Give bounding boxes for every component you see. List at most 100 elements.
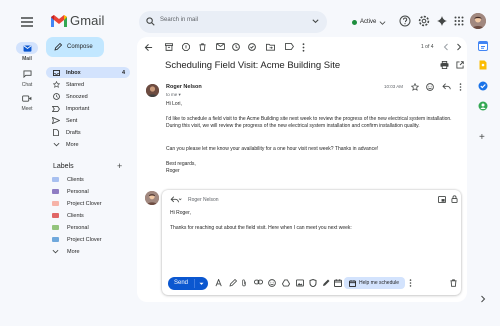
nav-label: Snoozed: [66, 93, 88, 100]
rail-chat[interactable]: Chat: [14, 68, 40, 88]
report-spam-icon[interactable]: [182, 43, 190, 51]
rail-label: Meet: [21, 106, 33, 112]
nav-item-snoozed[interactable]: Snoozed: [46, 91, 130, 102]
open-new-window-icon[interactable]: [456, 61, 464, 69]
nav-label: Drafts: [66, 129, 81, 136]
label-icon[interactable]: [285, 43, 294, 50]
delete-icon[interactable]: [199, 43, 206, 51]
mark-unread-icon[interactable]: [216, 43, 225, 50]
compose-button[interactable]: Compose: [46, 37, 104, 57]
rail-mail[interactable]: Mail: [14, 42, 40, 62]
star-icon[interactable]: [411, 83, 419, 91]
chevron-left-icon[interactable]: [443, 43, 449, 51]
insert-drive-icon[interactable]: [282, 279, 290, 287]
gemini-sparkle-icon[interactable]: [436, 15, 448, 27]
nav-item-inbox[interactable]: Inbox 4: [46, 67, 130, 78]
search-icon[interactable]: [146, 17, 155, 26]
reply-arrow-icon[interactable]: [442, 83, 451, 90]
insert-emoji-icon[interactable]: [268, 279, 276, 287]
email-body-paragraph: Can you please let me know your availabi…: [166, 146, 379, 152]
apps-grid-icon[interactable]: [453, 15, 465, 27]
pencil-icon: [54, 43, 62, 51]
recipient-details[interactable]: to me ▾: [166, 92, 181, 98]
help-icon[interactable]: [399, 15, 411, 27]
reply-greeting[interactable]: Hi Roger,: [170, 210, 450, 217]
sender-name[interactable]: Roger Nelson: [166, 84, 202, 90]
email-body-greeting: Hi Lori,: [166, 101, 182, 107]
nav-item-sent[interactable]: Sent: [46, 115, 130, 126]
ai-write-pencil-icon[interactable]: [229, 279, 237, 287]
add-label-icon[interactable]: +: [117, 161, 122, 171]
label-tag-icon: [52, 177, 59, 182]
search-bar[interactable]: Search in mail: [139, 11, 327, 33]
status-label: Active: [360, 19, 377, 25]
send-options-icon[interactable]: [195, 282, 208, 286]
attach-file-icon[interactable]: [241, 279, 247, 287]
add-task-icon[interactable]: [248, 43, 256, 51]
more-vert-icon[interactable]: [459, 83, 462, 91]
tasks-app-icon[interactable]: [478, 81, 488, 91]
main-menu-icon[interactable]: [20, 16, 34, 28]
calendar-app-icon[interactable]: [478, 41, 488, 51]
recipient-text: to me: [166, 92, 178, 97]
confidential-mode-icon[interactable]: [309, 279, 317, 287]
reply-body-text[interactable]: Thanks for reaching out about the field …: [170, 225, 450, 232]
draft-icon: [51, 129, 61, 136]
insert-calendar-icon[interactable]: [334, 279, 342, 287]
move-to-icon[interactable]: [266, 43, 275, 51]
archive-icon[interactable]: [165, 43, 173, 51]
labels-more[interactable]: More: [52, 246, 80, 257]
label-item[interactable]: Project Clover: [52, 198, 102, 209]
insert-photo-icon[interactable]: [296, 279, 304, 287]
settings-gear-icon[interactable]: [418, 15, 430, 27]
gmail-logo-icon[interactable]: [50, 14, 68, 28]
label-item[interactable]: Clients: [52, 174, 84, 185]
label-tag-icon: [52, 213, 59, 218]
pop-out-icon[interactable]: [438, 196, 446, 203]
back-arrow-icon[interactable]: [144, 43, 153, 52]
send-button[interactable]: Send: [168, 277, 208, 290]
nav-item-more[interactable]: More: [46, 139, 130, 150]
account-avatar[interactable]: [470, 13, 486, 29]
status-selector[interactable]: Active: [352, 14, 386, 30]
formatting-options-icon[interactable]: [215, 279, 224, 287]
email-body-signature: Roger: [166, 168, 180, 174]
video-icon: [16, 92, 38, 104]
label-tag-icon: [52, 237, 59, 242]
nav-item-starred[interactable]: Starred: [46, 79, 130, 90]
send-icon: [51, 117, 61, 124]
label-item[interactable]: Project Clover: [52, 234, 102, 245]
keep-app-icon[interactable]: [478, 60, 488, 70]
label-item[interactable]: Clients: [52, 210, 84, 221]
reply-recipient[interactable]: Roger Nelson: [188, 197, 219, 203]
chevron-down-icon: [52, 249, 59, 254]
search-options-icon[interactable]: [311, 17, 320, 26]
more-vert-icon[interactable]: [409, 279, 412, 287]
label-item[interactable]: Personal: [52, 186, 89, 197]
chevron-down-icon: [51, 142, 61, 147]
chevron-right-icon[interactable]: [456, 43, 462, 51]
labels-heading: Labels: [53, 163, 74, 170]
more-vert-icon[interactable]: [302, 43, 305, 52]
search-input[interactable]: Search in mail: [160, 17, 198, 23]
emoji-reaction-icon[interactable]: [426, 83, 434, 91]
rail-meet[interactable]: Meet: [14, 92, 40, 112]
print-icon[interactable]: [440, 61, 449, 69]
nav-item-drafts[interactable]: Drafts: [46, 127, 130, 138]
lock-icon[interactable]: [451, 195, 458, 203]
nav-item-important[interactable]: Important: [46, 103, 130, 114]
get-addons-icon[interactable]: +: [479, 132, 485, 143]
snooze-clock-icon[interactable]: [232, 43, 240, 51]
label-name: Personal: [67, 188, 89, 195]
sender-avatar[interactable]: [146, 84, 159, 97]
reply-type-selector[interactable]: [170, 196, 182, 203]
contacts-app-icon[interactable]: [478, 101, 488, 111]
email-body-paragraph: I'd like to schedule a field visit to th…: [166, 116, 452, 129]
help-me-schedule-button[interactable]: Help me schedule: [344, 277, 405, 289]
insert-link-icon[interactable]: [254, 279, 263, 285]
signature-pen-icon[interactable]: [322, 279, 330, 287]
discard-draft-icon[interactable]: [450, 279, 457, 287]
chevron-down-icon: [379, 20, 386, 25]
show-side-panel-icon[interactable]: [480, 295, 486, 303]
label-item[interactable]: Personal: [52, 222, 89, 233]
